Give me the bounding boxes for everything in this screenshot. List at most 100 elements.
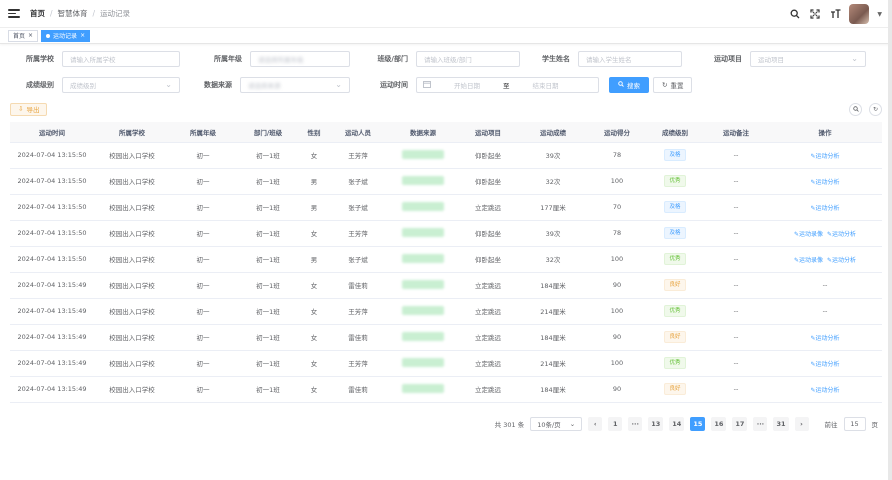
end-date[interactable]: 结束日期	[516, 80, 576, 90]
search-button[interactable]: 搜索	[609, 77, 649, 93]
cell-level: 优秀	[646, 298, 704, 325]
op-link[interactable]: ✎运动分析	[827, 231, 856, 238]
hamburger-menu-icon[interactable]	[8, 8, 20, 20]
cell-time: 2024-07-04 13:15:49	[10, 350, 94, 377]
download-icon: ⇩	[18, 105, 24, 113]
op-link[interactable]: ✎运动分析	[810, 335, 839, 342]
source-select[interactable]: 请选择来源	[240, 77, 350, 93]
cell-class: 初一1班	[236, 350, 300, 377]
scrollbar-edge	[888, 0, 892, 480]
op-link[interactable]: ✎运动分析	[810, 205, 839, 212]
source-tag	[402, 383, 444, 393]
export-button[interactable]: ⇩ 导出	[10, 102, 48, 116]
cell-item: 立定跳远	[458, 324, 518, 351]
cell-result: 39次	[518, 142, 588, 169]
cell-class: 初一1班	[236, 142, 300, 169]
page-number[interactable]: 16	[711, 416, 727, 431]
page-ellipsis[interactable]: ···	[753, 416, 768, 431]
cell-school: 校园出入口学校	[94, 350, 170, 377]
prev-page-button[interactable]: ‹	[588, 416, 603, 431]
cell-level: 优秀	[646, 350, 704, 377]
source-tag	[402, 227, 444, 237]
next-page-button[interactable]: ›	[794, 416, 809, 431]
cell-time: 2024-07-04 13:15:50	[10, 168, 94, 195]
page-number[interactable]: 31	[773, 416, 789, 431]
op-link[interactable]: ✎运动录像	[794, 231, 823, 238]
font-size-icon[interactable]	[829, 8, 841, 20]
school-input[interactable]: 请输入所属学校	[62, 51, 180, 67]
cell-time: 2024-07-04 13:15:49	[10, 376, 94, 403]
cell-result: 32次	[518, 168, 588, 195]
source-tag	[402, 149, 444, 159]
cell-score: 100	[588, 350, 646, 377]
op-link[interactable]: ✎运动分析	[810, 179, 839, 186]
cell-result: 177厘米	[518, 194, 588, 221]
page-number[interactable]: 14	[669, 416, 685, 431]
breadcrumb-home[interactable]: 首页	[30, 8, 45, 19]
table-row: 2024-07-04 13:15:50 校园出入口学校 初一 初一1班女王芳萍 仰卧起坐…	[10, 220, 882, 247]
reset-button[interactable]: ↻ 重置	[653, 77, 693, 93]
cell-grade: 初一	[170, 298, 236, 325]
page-number[interactable]: 13	[648, 416, 664, 431]
op-link[interactable]: ✎运动分析	[810, 361, 839, 368]
op-link[interactable]: ✎运动录像	[794, 257, 823, 264]
cell-class: 初一1班	[236, 298, 300, 325]
student-input[interactable]: 请输入学生姓名	[578, 51, 682, 67]
refresh-icon: ↻	[662, 81, 668, 89]
cell-actions: ✎运动分析	[768, 324, 882, 351]
close-icon[interactable]: ×	[28, 32, 33, 39]
page-number[interactable]: 17	[732, 416, 748, 431]
cell-note: --	[704, 142, 768, 169]
user-avatar[interactable]	[849, 4, 870, 24]
page-number[interactable]: 1	[608, 416, 623, 431]
goto-input[interactable]: 15	[843, 416, 866, 431]
op-link[interactable]: ✎运动分析	[810, 153, 839, 160]
cell-score: 78	[588, 142, 646, 169]
item-select[interactable]: 运动项目	[750, 51, 866, 67]
level-badge: 优秀	[664, 305, 686, 317]
cell-grade: 初一	[170, 324, 236, 351]
cell-grade: 初一	[170, 220, 236, 247]
cell-name: 张子斌	[328, 168, 388, 195]
cell-source	[388, 194, 458, 221]
cell-sex: 男	[300, 194, 328, 221]
breadcrumb: 首页 / 智慧体育 / 运动记录	[30, 8, 131, 19]
search-icon[interactable]	[789, 8, 801, 20]
cell-note: --	[704, 220, 768, 247]
start-date[interactable]: 开始日期	[437, 80, 497, 90]
cell-time: 2024-07-04 13:15:49	[10, 324, 94, 351]
cell-level: 优秀	[646, 168, 704, 195]
op-link[interactable]: ✎运动分析	[810, 387, 839, 394]
cell-item: 立定跳远	[458, 194, 518, 221]
level-select[interactable]: 成绩级别	[62, 77, 180, 93]
cell-score: 100	[588, 246, 646, 273]
cell-school: 校园出入口学校	[94, 272, 170, 299]
level-badge: 良好	[664, 279, 686, 291]
tag-home[interactable]: 首页 ×	[8, 29, 39, 42]
class-input[interactable]: 请输入班级/部门	[416, 51, 520, 67]
chevron-down-icon[interactable]: ▼	[877, 11, 882, 18]
grade-input[interactable]: 请选择所属年级	[250, 51, 350, 67]
cell-sex: 女	[300, 272, 328, 299]
fullscreen-icon[interactable]	[809, 8, 821, 20]
op-link[interactable]: ✎运动分析	[827, 257, 856, 264]
item-label: 运动项目	[714, 55, 742, 63]
table-row: 2024-07-04 13:15:50 校园出入口学校 初一 初一1班男张子斌 仰卧起坐…	[10, 168, 882, 195]
refresh-icon[interactable]: ↻	[869, 102, 882, 116]
cell-actions: --	[768, 298, 882, 325]
page-number[interactable]: 15	[690, 416, 706, 431]
cell-note: --	[704, 350, 768, 377]
page-size-select[interactable]: 10条/页 ⌄	[530, 416, 583, 431]
cell-name: 王芳萍	[328, 298, 388, 325]
cell-result: 184厘米	[518, 376, 588, 403]
page-ellipsis[interactable]: ···	[628, 416, 643, 431]
pagination: 共 301 条 10条/页 ⌄ ‹ 1 ··· 13 14 15 16 17 ··· 31 › 前…	[0, 416, 892, 431]
no-op: --	[822, 281, 828, 289]
cell-school: 校园出入口学校	[94, 376, 170, 403]
toggle-search-icon[interactable]	[849, 102, 862, 116]
close-icon[interactable]: ×	[80, 32, 85, 39]
column-header: 成绩级别	[646, 122, 704, 143]
date-range-picker[interactable]: 开始日期 至 结束日期	[416, 77, 599, 93]
breadcrumb-mid[interactable]: 智慧体育	[58, 8, 88, 19]
tag-sport-record[interactable]: 运动记录 ×	[41, 29, 91, 42]
